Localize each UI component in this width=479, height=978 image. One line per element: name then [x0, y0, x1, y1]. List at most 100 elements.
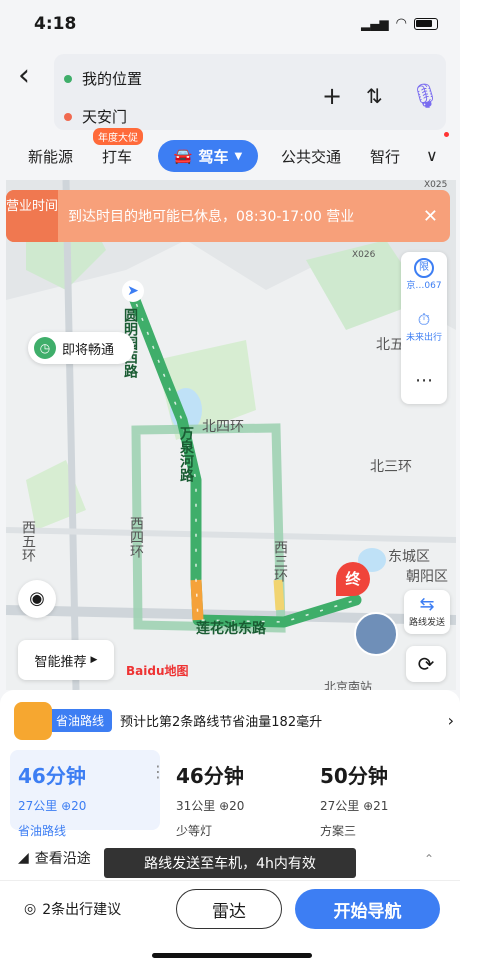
- send-route-button[interactable]: ⇆ 路线发送: [404, 590, 450, 634]
- map-side-controls: 限 京…067 ⏱ 未来出行 ⋯: [401, 252, 447, 404]
- tab-taxi[interactable]: 打车: [102, 146, 132, 167]
- app-screen: 4:18 ▂▄▆ ◠ ‹ 我的位置 天安门 + ⇅ 🎙 新能源 打车 年度大促: [0, 0, 460, 978]
- plate-label: 京…067: [406, 281, 442, 291]
- status-bar: 4:18 ▂▄▆ ◠: [0, 0, 460, 48]
- destination-text: 天安门: [82, 108, 128, 126]
- map-label-x026: X026: [352, 250, 376, 260]
- soon-clear-label: 即将畅通: [62, 342, 115, 358]
- notice-message: 到达时目的地可能已休息，08:30-17:00 营业: [68, 209, 355, 225]
- status-time: 4:18: [34, 14, 77, 34]
- start-arrow-icon: ➤: [122, 280, 144, 302]
- soon-clear-pill[interactable]: ◷ 即将畅通: [28, 332, 134, 364]
- swap-route-icon[interactable]: ⇅: [366, 84, 383, 108]
- home-indicator: [152, 953, 312, 958]
- start-navigation-button[interactable]: 开始导航: [295, 889, 440, 929]
- tab-drive[interactable]: 🚘 驾车 ▼: [158, 140, 258, 172]
- fuel-saving-row[interactable]: 省油路线 预计比第2条路线节省油量182毫升 ›: [14, 702, 454, 740]
- origin-dot-icon: [64, 74, 72, 83]
- car-icon: 🚘: [173, 147, 193, 165]
- bottom-action-bar: ◎ 2条出行建议 雷达 开始导航: [0, 880, 460, 978]
- wifi-icon: ◠: [395, 16, 407, 31]
- restriction-icon: 限: [414, 258, 434, 278]
- chevron-right-icon: ›: [447, 710, 454, 730]
- chevron-down-icon: ▼: [234, 150, 243, 162]
- route-panel: 省油路线 预计比第2条路线节省油量182毫升 › 46分钟 27公里 ⊕20 省…: [0, 690, 460, 978]
- travel-suggestions[interactable]: ◎ 2条出行建议: [24, 899, 121, 919]
- right-edge: [460, 0, 479, 978]
- option-time: 50分钟: [320, 764, 388, 788]
- triangle-right-icon: ▶: [90, 655, 98, 665]
- road-label-wanquanhe: 万泉河路: [178, 426, 194, 482]
- smart-recommend-label: 智能推荐: [34, 654, 87, 670]
- option-distance: 27公里 ⊕21: [320, 799, 389, 813]
- route-option-1[interactable]: 46分钟 27公里 ⊕20 省油路线 ⋮: [10, 750, 166, 838]
- camera-icon: ◢: [18, 850, 29, 866]
- destination-row[interactable]: 天安门: [64, 106, 127, 127]
- refresh-button[interactable]: ⟳: [406, 646, 446, 682]
- radar-button[interactable]: 雷达: [176, 889, 282, 929]
- map-label-chaoyang: 朝阳区: [406, 569, 448, 585]
- more-tabs-chevron-icon[interactable]: ∨: [426, 146, 438, 165]
- streetview-thumb[interactable]: [354, 612, 398, 656]
- map-view[interactable]: 圆明园西路 万泉河路 莲花池东路 北四环 北三环 西四环 西五环 西三环 东城区…: [6, 180, 456, 690]
- origin-row[interactable]: 我的位置: [64, 68, 142, 89]
- business-hours-notice: 营业时间 到达时目的地可能已休息，08:30-17:00 营业 ✕: [6, 190, 450, 242]
- plate-restriction[interactable]: 限 京…067: [401, 258, 447, 291]
- fuel-jar-icon: [14, 702, 52, 740]
- option-time: 46分钟: [18, 764, 86, 788]
- map-label-south-station: 北京南站: [324, 680, 373, 690]
- route-option-2[interactable]: 46分钟 31公里 ⊕20 少等灯: [168, 750, 318, 838]
- option-label: 省油路线: [18, 824, 67, 838]
- locate-button[interactable]: ◉: [18, 580, 56, 618]
- route-header: ‹ 我的位置 天安门 + ⇅ 🎙: [0, 48, 460, 134]
- travel-suggestions-label: 2条出行建议: [42, 902, 122, 918]
- map-label-north5: 北五: [376, 337, 404, 353]
- map-label-dongcheng: 东城区: [388, 549, 430, 565]
- future-travel[interactable]: ⏱ 未来出行: [401, 310, 447, 343]
- add-stop-icon[interactable]: +: [322, 82, 342, 110]
- send-route-label: 路线发送: [408, 618, 445, 628]
- route-option-3[interactable]: 50分钟 27公里 ⊕21 方案三: [312, 750, 460, 838]
- destination-dot-icon: [64, 112, 72, 121]
- route-input-box: 我的位置 天安门 + ⇅ 🎙: [54, 54, 446, 130]
- expand-up-icon[interactable]: ⌃: [424, 852, 434, 866]
- send-route-icon: ⇆: [419, 594, 435, 615]
- back-icon[interactable]: ‹: [18, 58, 30, 93]
- clock-icon: ◷: [34, 337, 56, 359]
- tab-new-energy[interactable]: 新能源: [28, 146, 73, 167]
- map-label-west3: 西三环: [272, 540, 288, 582]
- timer-icon: ⏱: [417, 310, 431, 329]
- origin-text: 我的位置: [82, 70, 143, 88]
- locate-icon: ◉: [29, 588, 45, 609]
- view-along-label: 查看沿途: [34, 851, 91, 867]
- road-label-lianhuachi: 莲花池东路: [196, 621, 266, 637]
- tab-smart[interactable]: 智行: [370, 146, 400, 167]
- promo-badge: 年度大促: [93, 128, 143, 145]
- option-menu-icon[interactable]: ⋮: [150, 762, 166, 781]
- fuel-saving-message: 预计比第2条路线节省油量182毫升: [120, 714, 323, 730]
- map-label-west5: 西五环: [20, 520, 36, 562]
- send-toast: 路线发送至车机，4h内有效: [104, 848, 356, 878]
- notice-tag: 营业时间: [6, 190, 58, 242]
- option-label: 方案三: [320, 824, 357, 838]
- option-distance: 31公里 ⊕20: [176, 799, 245, 813]
- option-time: 46分钟: [176, 764, 244, 788]
- tab-transit[interactable]: 公共交通: [281, 146, 341, 167]
- voice-icon[interactable]: 🎙: [410, 82, 440, 110]
- battery-icon: [414, 17, 438, 30]
- future-travel-label: 未来出行: [405, 333, 442, 343]
- red-dot-badge: [444, 132, 449, 137]
- map-label-north3: 北三环: [370, 459, 412, 475]
- map-label-x025: X025: [424, 180, 448, 190]
- more-options-icon[interactable]: ⋯: [401, 370, 447, 391]
- smart-recommend-button[interactable]: 智能推荐 ▶: [18, 640, 114, 680]
- close-icon[interactable]: ✕: [423, 206, 438, 227]
- map-label-west4: 西四环: [128, 516, 144, 558]
- view-along-route[interactable]: ◢ 查看沿途: [18, 848, 91, 868]
- location-pin-icon: ◎: [24, 901, 37, 917]
- option-distance: 27公里 ⊕20: [18, 799, 87, 813]
- baidu-map-logo: Baidu地图: [126, 664, 189, 678]
- refresh-icon: ⟳: [417, 652, 435, 676]
- fuel-saving-tag: 省油路线: [48, 708, 113, 732]
- signal-icon: ▂▄▆: [360, 16, 389, 31]
